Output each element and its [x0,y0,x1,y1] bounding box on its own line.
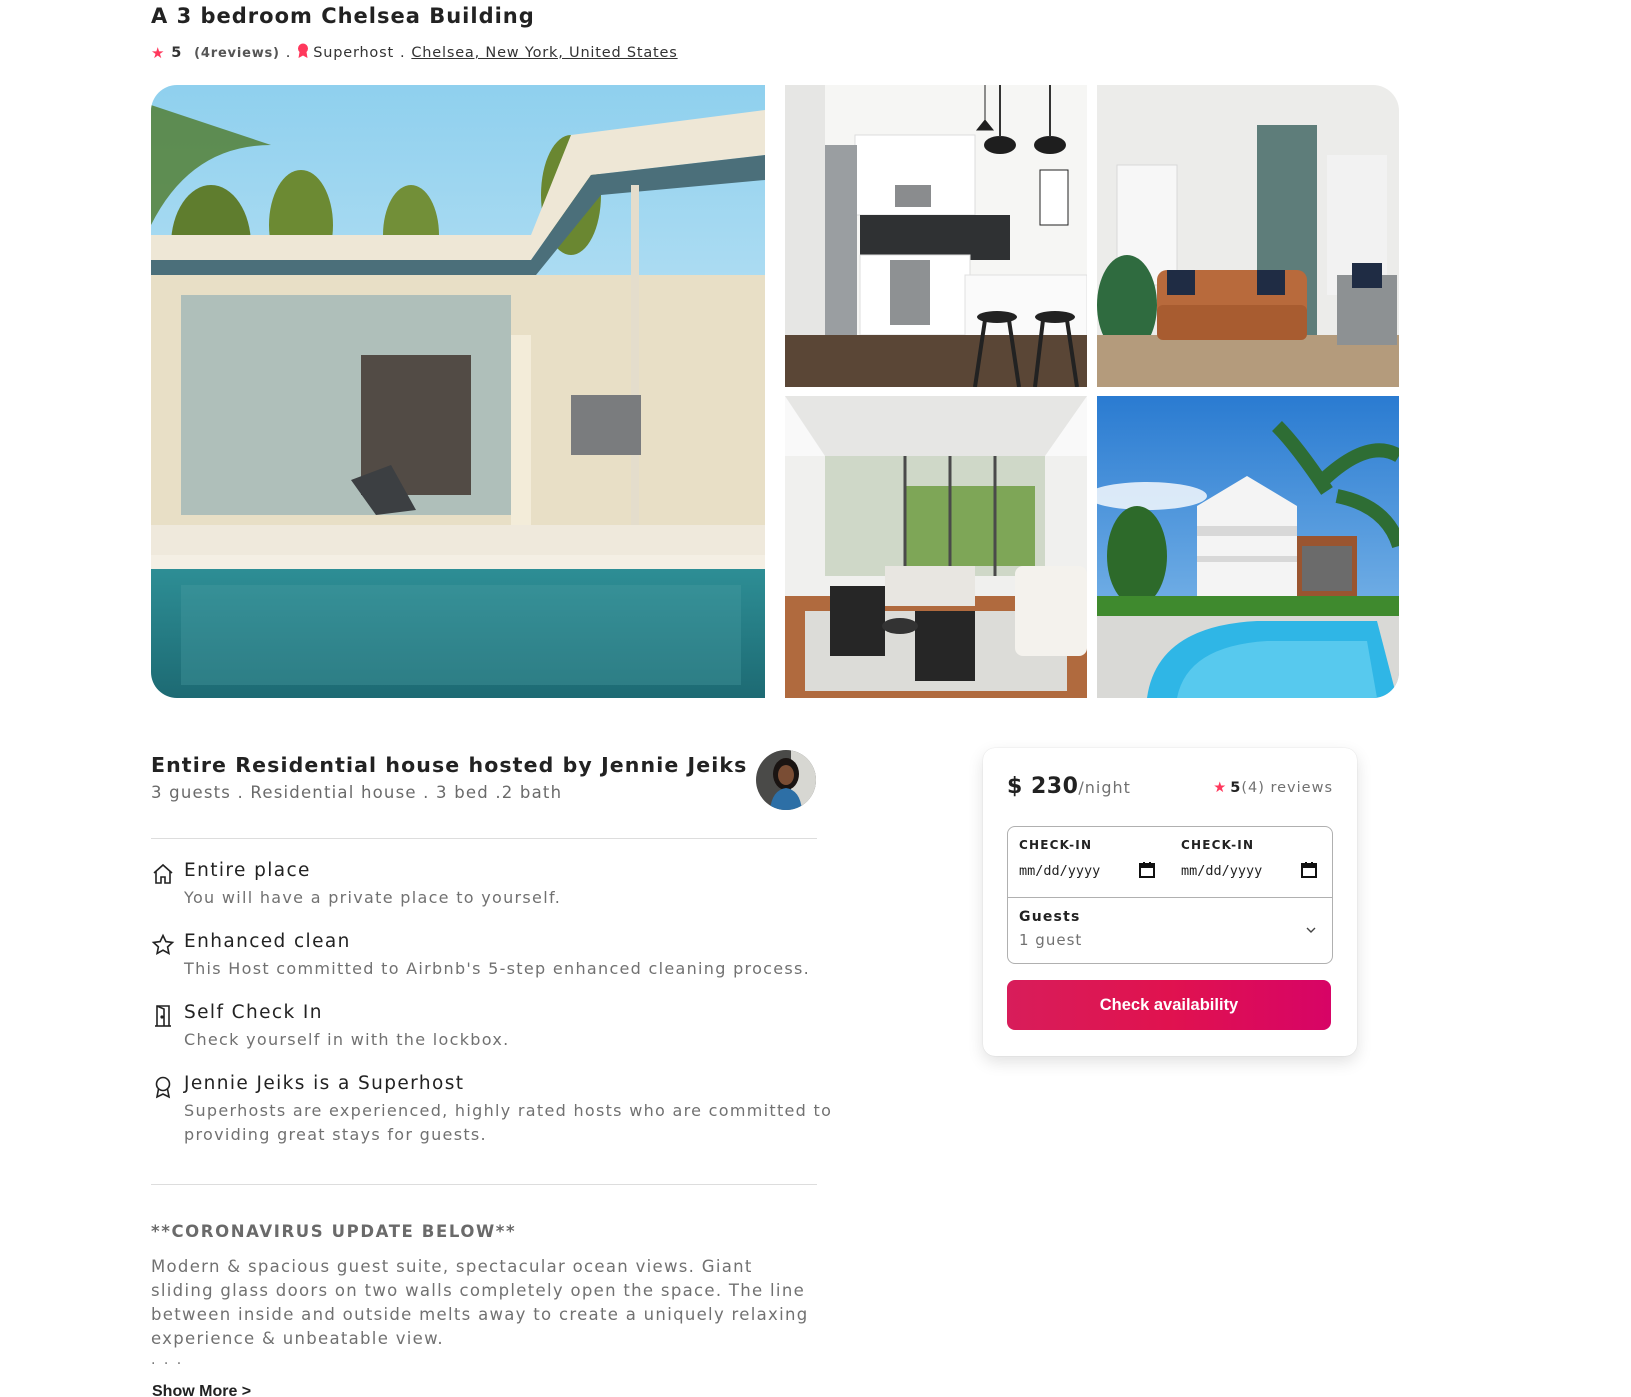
checkin-value: mm/dd/yyyy [1019,863,1101,879]
divider [151,1184,817,1185]
pool-house-photo[interactable] [151,85,765,698]
checkout-label: CHECK-IN [1181,838,1255,852]
listing-meta: ★ 5 (4reviews) . Superhost . Chelsea, Ne… [151,43,678,63]
feature-description: This Host committed to Airbnb's 5-step e… [184,959,811,978]
reviews-count[interactable]: (4) reviews [1241,780,1333,796]
listing-description: Modern & spacious guest suite, spectacul… [151,1257,809,1348]
superhost-label: Superhost [313,45,394,61]
reviews-count[interactable]: (4reviews) [194,46,280,61]
feature-title: Enhanced clean [184,931,351,952]
coronavirus-update-heading: **CORONAVIRUS UPDATE BELOW** [151,1222,517,1241]
feature-entire-place: Entire place You will have a private pla… [151,860,831,920]
separator: . [285,45,292,61]
home-icon [151,862,175,886]
rating-value: 5 [171,45,183,61]
feature-superhost: Jennie Jeiks is a Superhost Superhosts a… [151,1073,831,1157]
separator: . [399,45,406,61]
guests-select[interactable]: Guests 1 guest [1008,898,1332,962]
award-icon [151,1075,175,1099]
description-ellipsis: . . . [151,1352,184,1368]
checkin-label: CHECK-IN [1019,838,1093,852]
kitchen-photo[interactable] [785,85,1087,387]
calendar-icon[interactable] [1138,861,1156,879]
star-outline-icon [151,933,175,957]
feature-self-check-in: Self Check In Check yourself in with the… [151,1002,831,1062]
divider [151,838,817,839]
living-room-photo[interactable] [1097,85,1399,387]
date-guest-picker: CHECK-IN mm/dd/yyyy CHECK-IN mm/dd/yyyy [1007,826,1333,964]
host-avatar[interactable] [756,750,816,810]
listing-title: A 3 bedroom Chelsea Building [151,4,535,28]
guests-label: Guests [1019,909,1081,925]
listing-page: A 3 bedroom Chelsea Building ★ 5 (4revie… [0,0,1631,1397]
feature-title: Entire place [184,860,311,881]
feature-description: Superhosts are experienced, highly rated… [184,1101,833,1144]
check-availability-button[interactable]: Check availability [1007,980,1331,1030]
feature-enhanced-clean: Enhanced clean This Host committed to Ai… [151,931,831,991]
feature-description: Check yourself in with the lockbox. [184,1030,510,1049]
nightly-price: $ 230/night [1007,774,1131,799]
card-rating: ★ 5(4) reviews [1213,780,1333,796]
photo-gallery [151,85,1399,698]
checkout-value: mm/dd/yyyy [1181,863,1263,879]
feature-title: Jennie Jeiks is a Superhost [184,1073,465,1094]
checkin-date-input[interactable]: CHECK-IN mm/dd/yyyy [1008,827,1170,897]
superhost-badge-icon [297,43,309,63]
door-icon [151,1004,175,1028]
show-more-link[interactable]: Show More > [152,1383,251,1397]
house-with-pool-photo[interactable] [1097,396,1399,698]
host-title: Entire Residential house hosted by Jenni… [151,753,748,777]
feature-title: Self Check In [184,1002,323,1023]
per-night-label: /night [1078,778,1131,797]
location-link[interactable]: Chelsea, New York, United States [411,45,677,61]
calendar-icon[interactable] [1300,861,1318,879]
checkout-date-input[interactable]: CHECK-IN mm/dd/yyyy [1170,827,1332,897]
lounge-photo[interactable] [785,396,1087,698]
guests-value: 1 guest [1019,931,1083,949]
rating-value: 5 [1230,780,1242,796]
feature-description: You will have a private place to yoursel… [184,888,562,907]
listing-summary: 3 guests . Residential house . 3 bed .2 … [151,783,563,802]
price-value: $ 230 [1007,774,1079,799]
booking-card: $ 230/night ★ 5(4) reviews CHECK-IN mm/dd… [983,748,1357,1056]
star-icon: ★ [151,44,166,62]
chevron-down-icon [1304,922,1318,936]
star-icon: ★ [1213,780,1228,796]
